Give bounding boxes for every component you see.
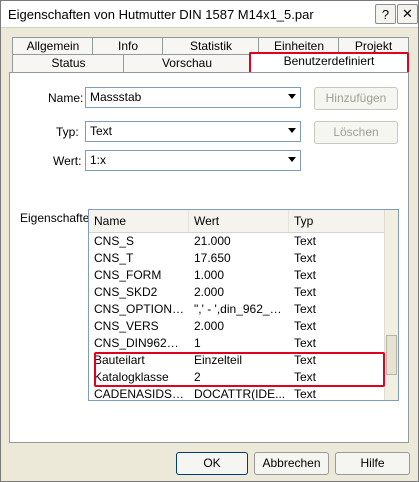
tab-info[interactable]: Info bbox=[92, 37, 164, 55]
table-row[interactable]: Katalogklasse 2 Text bbox=[89, 369, 385, 386]
wert-label: Wert: bbox=[53, 154, 82, 168]
column-name[interactable]: Name bbox=[89, 210, 189, 232]
column-wert[interactable]: Wert bbox=[189, 210, 289, 232]
question-icon: ? bbox=[381, 6, 390, 22]
ok-button[interactable]: OK bbox=[176, 452, 248, 475]
name-label: Name: bbox=[48, 91, 84, 105]
typ-value: Text bbox=[90, 124, 113, 138]
add-button[interactable]: Hinzufügen bbox=[314, 87, 398, 110]
list-scrollbar[interactable] bbox=[384, 210, 398, 400]
chevron-down-icon[interactable] bbox=[288, 157, 296, 162]
wert-value: 1:x bbox=[90, 153, 107, 167]
close-icon: ✕ bbox=[402, 6, 413, 21]
title-bar: Eigenschaften von Hutmutter DIN 1587 M14… bbox=[1, 1, 418, 28]
table-row[interactable]: CNS_SKD2 2.000 Text bbox=[89, 284, 385, 301]
delete-button[interactable]: Löschen bbox=[314, 121, 398, 144]
close-button[interactable]: ✕ bbox=[397, 4, 418, 24]
table-row[interactable]: CNS_DIN962FT... 1 Text bbox=[89, 335, 385, 352]
table-row[interactable]: CNS_FORM 1.000 Text bbox=[89, 267, 385, 284]
chevron-down-icon[interactable] bbox=[288, 94, 296, 99]
tab-allgemein[interactable]: Allgemein bbox=[12, 37, 94, 55]
name-combobox[interactable]: Massstab bbox=[85, 87, 301, 108]
table-row[interactable]: CADENASIDSTR DOCATTR(IDE... Text bbox=[89, 386, 385, 400]
typ-label: Typ: bbox=[56, 125, 79, 139]
table-row[interactable]: Bauteilart Einzelteil Text bbox=[89, 352, 385, 369]
properties-list[interactable]: Name Wert Typ CNS_S 21.000 Text CNS_T 17.65… bbox=[88, 209, 399, 401]
help-title-button[interactable]: ? bbox=[375, 4, 396, 24]
properties-dialog: Eigenschaften von Hutmutter DIN 1587 M14… bbox=[0, 0, 419, 482]
typ-combobox[interactable]: Text bbox=[85, 121, 301, 142]
table-row[interactable]: CNS_T 17.650 Text bbox=[89, 250, 385, 267]
list-header: Name Wert Typ bbox=[89, 210, 385, 233]
tab-vorschau[interactable]: Vorschau bbox=[123, 54, 251, 72]
wert-combobox[interactable]: 1:x bbox=[85, 150, 301, 171]
rows-container: CNS_S 21.000 Text CNS_T 17.650 Text CNS_FORM… bbox=[89, 233, 385, 400]
tab-benutzerdefiniert[interactable]: Benutzerdefiniert bbox=[249, 52, 409, 72]
help-button[interactable]: Hilfe bbox=[335, 452, 410, 475]
table-row[interactable]: CNS_VERS 2.000 Text bbox=[89, 318, 385, 335]
cancel-button[interactable]: Abbrechen bbox=[254, 452, 329, 475]
name-value: Massstab bbox=[90, 90, 142, 104]
tab-status[interactable]: Status bbox=[12, 54, 125, 72]
tab-statistik[interactable]: Statistik bbox=[162, 37, 260, 55]
window-title: Eigenschaften von Hutmutter DIN 1587 M14… bbox=[8, 7, 314, 22]
scroll-thumb[interactable] bbox=[386, 335, 397, 375]
chevron-down-icon[interactable] bbox=[288, 128, 296, 133]
table-row[interactable]: CNS_OPTIONS2L ",' - ',din_962_st... Text bbox=[89, 301, 385, 318]
column-typ[interactable]: Typ bbox=[289, 210, 385, 232]
table-row[interactable]: CNS_S 21.000 Text bbox=[89, 233, 385, 250]
